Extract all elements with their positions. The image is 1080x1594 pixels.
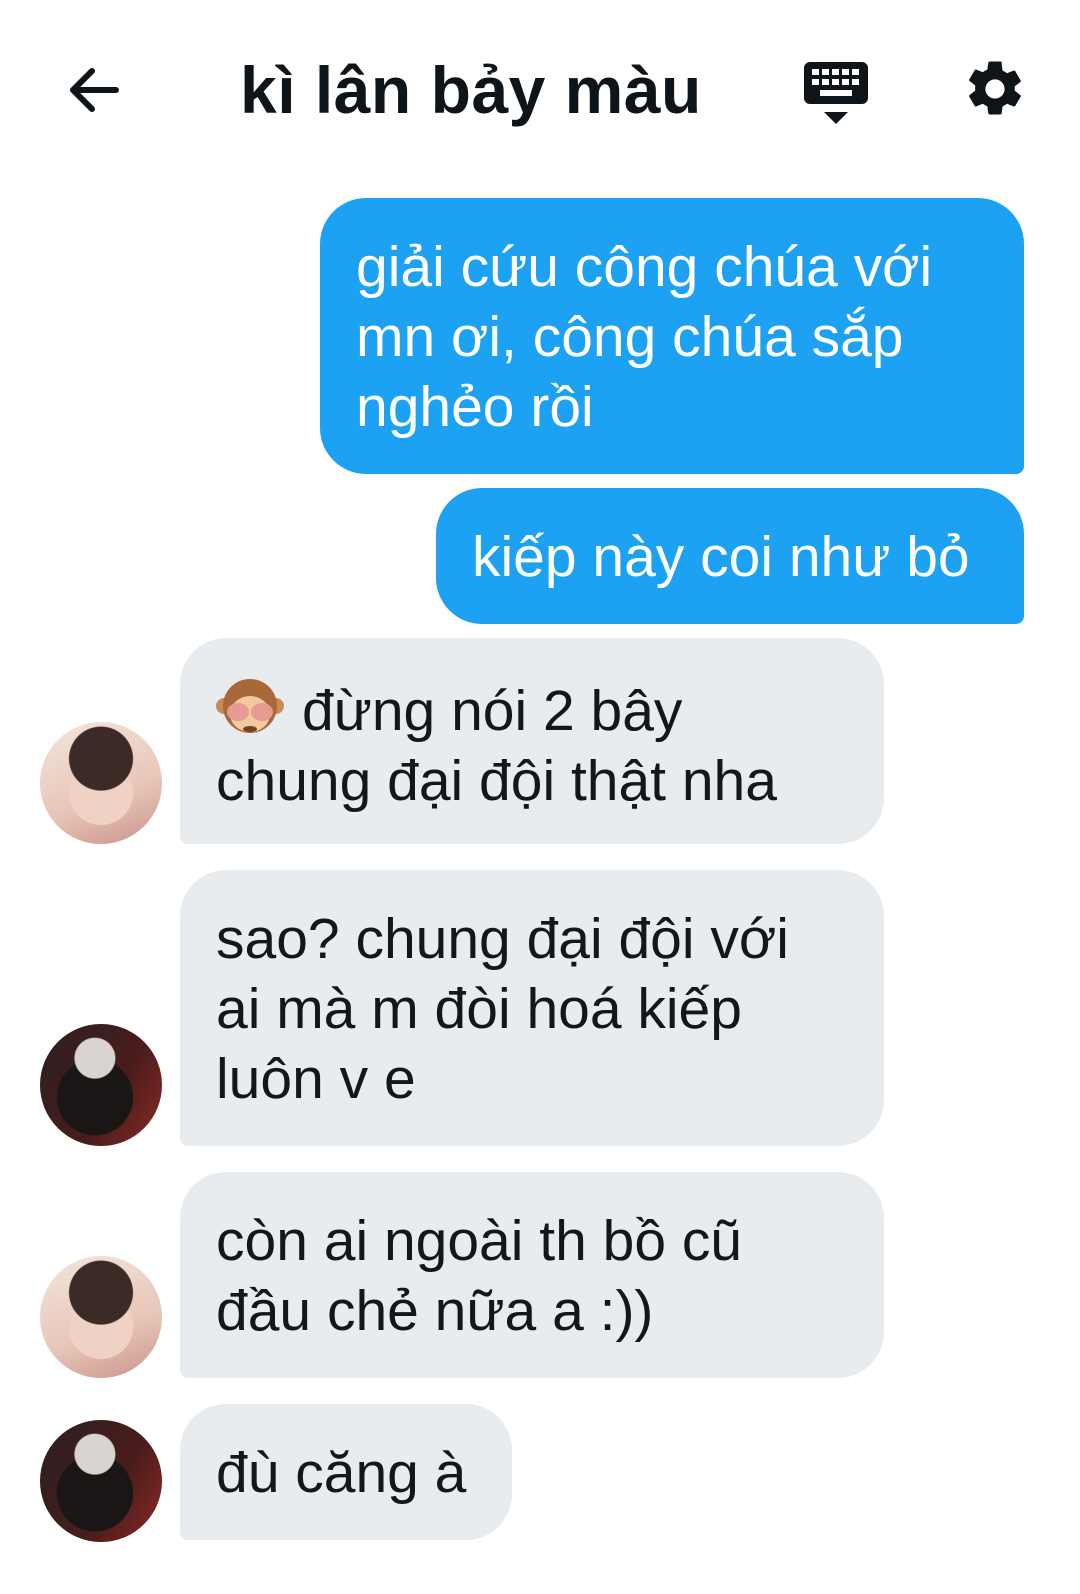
avatar[interactable] <box>40 1024 162 1146</box>
message-bubble-outgoing[interactable]: giải cứu công chúa với mn ơi, công chúa … <box>320 198 1024 474</box>
message-text: đừng nói 2 bây chung đại đội thật nha <box>216 679 777 813</box>
message-text: giải cứu công chúa với mn ơi, công chúa … <box>356 235 933 439</box>
avatar[interactable] <box>40 722 162 844</box>
message-text: sao? chung đại đội với ai mà m đòi hoá k… <box>216 907 789 1111</box>
message-bubble-incoming[interactable]: đù căng à <box>180 1404 512 1540</box>
message-bubble-outgoing[interactable]: kiếp này coi như bỏ <box>436 488 1024 624</box>
message-text: còn ai ngoài th bồ cũ đầu chẻ nữa a :)) <box>216 1209 743 1343</box>
message-text: đù căng à <box>216 1441 467 1505</box>
message-list: giải cứu công chúa với mn ơi, công chúa … <box>0 0 1080 1594</box>
avatar[interactable] <box>40 1256 162 1378</box>
avatar[interactable] <box>40 1420 162 1542</box>
message-text: kiếp này coi như bỏ <box>472 525 970 589</box>
message-bubble-incoming[interactable]: sao? chung đại đội với ai mà m đòi hoá k… <box>180 870 884 1146</box>
message-bubble-incoming[interactable]: đừng nói 2 bây chung đại đội thật nha <box>180 638 884 844</box>
message-bubble-incoming[interactable]: còn ai ngoài th bồ cũ đầu chẻ nữa a :)) <box>180 1172 884 1378</box>
see-no-evil-monkey-icon <box>216 679 284 733</box>
